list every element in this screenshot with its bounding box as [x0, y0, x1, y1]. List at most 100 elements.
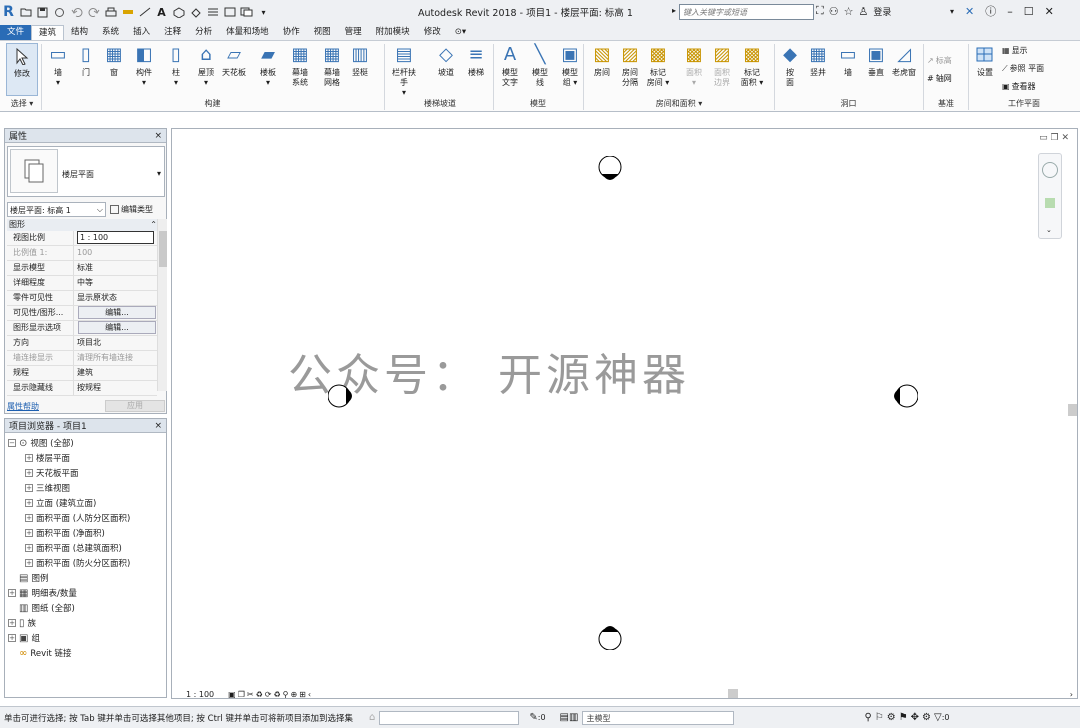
properties-close-button[interactable]: × [154, 131, 162, 141]
browser-item[interactable]: + 三维视图 [25, 482, 70, 494]
expand-icon[interactable]: + [25, 544, 33, 552]
elevation-marker-west[interactable] [328, 383, 354, 409]
expand-icon[interactable]: + [8, 619, 16, 627]
customize-qat-icon[interactable]: ▾ [256, 4, 271, 20]
tab-0[interactable]: 文件 [0, 25, 32, 40]
ribbon-button-24[interactable]: ▦ 竖井 [804, 43, 832, 78]
design-option-select[interactable]: 主模型 [582, 710, 735, 725]
browser-item[interactable]: + ▣ 组 [8, 632, 40, 644]
property-edit-button[interactable]: 编辑... [78, 321, 156, 334]
measure-icon[interactable] [120, 4, 135, 20]
ribbon-button-2[interactable]: ▦ 窗 [100, 43, 128, 78]
design-option-icon[interactable]: ▤ [560, 712, 569, 723]
view-scale[interactable]: 1 : 100 [186, 690, 214, 699]
redo-icon[interactable] [86, 4, 101, 20]
status-tool-icons[interactable]: ⚲⚐⚙⚑✥⚙ [864, 712, 934, 723]
view-scale-input[interactable]: 1 : 100 [77, 231, 154, 244]
undo-icon[interactable] [69, 4, 84, 20]
apply-button[interactable]: 应用 [105, 400, 165, 412]
minimize-button[interactable]: – [1007, 5, 1013, 18]
browser-item[interactable]: + 面积平面 (防火分区面积) [25, 557, 130, 569]
ribbon-button-3[interactable]: ◧ 构件 ▾ [130, 43, 158, 88]
group-room-label[interactable]: 房间和面积 ▾ [586, 98, 772, 109]
expand-icon[interactable]: + [25, 559, 33, 567]
filter-icon[interactable]: ▽ [934, 712, 942, 723]
steering-wheel-icon[interactable] [1042, 162, 1058, 178]
browser-close-button[interactable]: × [154, 421, 162, 431]
tab-8[interactable]: 协作 [276, 25, 307, 40]
canvas-vscroll-thumb[interactable] [1068, 404, 1077, 416]
ref-plane-button[interactable]: ⟋ 参照 平面 [1002, 63, 1044, 74]
type-selector[interactable]: 楼层平面 ▾ [7, 146, 165, 197]
browser-item[interactable]: + 面积平面 (人防分区面积) [25, 512, 130, 524]
properties-help-link[interactable]: 属性帮助 [7, 401, 39, 412]
maximize-button[interactable]: ☐ [1024, 5, 1034, 18]
exchange-icon[interactable]: ✕ [965, 5, 974, 18]
select-menu[interactable]: 选择 ▾ [6, 98, 38, 109]
collapse-icon[interactable]: − [8, 439, 16, 447]
view-control-icons[interactable]: ▣❐✂♻⟳♻⚲⊕⊞‹ [228, 690, 313, 699]
tab-3[interactable]: 系统 [95, 25, 126, 40]
dropdown-icon[interactable]: ▾ [950, 7, 954, 16]
properties-scrollbar[interactable] [157, 219, 167, 391]
tab-13[interactable]: ⊙▾ [448, 25, 473, 40]
elevation-marker-north[interactable] [597, 156, 623, 182]
view-window-controls[interactable]: ▭ ❐ ✕ [1039, 133, 1069, 143]
tab-6[interactable]: 分析 [188, 25, 219, 40]
ribbon-button-0[interactable]: ▭ 墙 ▾ [44, 43, 72, 88]
ribbon-button-18[interactable]: ▨ 房间 分隔 [616, 43, 644, 88]
collapse-icon[interactable]: ⌃ [150, 219, 157, 231]
user-icon[interactable]: ♙ [858, 5, 868, 18]
browser-item[interactable]: ▤ 图例 [8, 572, 48, 585]
ribbon-button-13[interactable]: ≡ 楼梯 [462, 43, 490, 78]
ribbon-button-11[interactable]: ▤ 栏杆扶手 ▾ [390, 43, 418, 98]
ribbon-button-6[interactable]: ▱ 天花板 [220, 43, 248, 78]
zoom-icon[interactable] [1045, 198, 1055, 208]
modify-button[interactable]: 修改 [6, 43, 38, 96]
canvas-hscroll-thumb[interactable] [728, 689, 738, 698]
tab-10[interactable]: 管理 [338, 25, 369, 40]
grid-button[interactable]: # 轴网 [927, 73, 952, 84]
ribbon-button-4[interactable]: ▯ 柱 ▾ [162, 43, 190, 88]
ribbon-button-20[interactable]: ▩ 面积 ▾ [680, 43, 708, 88]
expand-icon[interactable]: + [25, 514, 33, 522]
switch-windows-icon[interactable] [239, 4, 254, 20]
close-hidden-icon[interactable] [222, 4, 237, 20]
nav-options-icon[interactable]: ⌄ [1046, 226, 1052, 234]
print-icon[interactable] [103, 4, 118, 20]
browser-item[interactable]: ▥ 图纸 (全部) [8, 602, 75, 615]
ribbon-button-9[interactable]: ▦ 幕墙 网格 [318, 43, 346, 88]
browser-item[interactable]: + 楼层平面 [25, 452, 70, 464]
dimension-icon[interactable] [137, 4, 152, 20]
ribbon-button-8[interactable]: ▦ 幕墙 系统 [286, 43, 314, 88]
type-dropdown-icon[interactable]: ▾ [157, 169, 161, 178]
viewer-button[interactable]: ▣ 查看器 [1002, 81, 1036, 92]
expand-icon[interactable]: + [8, 634, 16, 642]
ribbon-button-25[interactable]: ▭ 墙 [834, 43, 862, 78]
ribbon-button-19[interactable]: ▩ 标记 房间 ▾ [644, 43, 672, 88]
3d-view-icon[interactable] [171, 4, 186, 20]
ribbon-button-16[interactable]: ▣ 模型组 ▾ [556, 43, 584, 88]
elevation-marker-east[interactable] [892, 383, 918, 409]
ribbon-button-22[interactable]: ▩ 标记 面积 ▾ [738, 43, 766, 88]
ribbon-button-21[interactable]: ▨ 面积 边界 [708, 43, 736, 88]
tab-4[interactable]: 插入 [126, 25, 157, 40]
expand-icon[interactable]: + [8, 589, 16, 597]
section-icon[interactable] [188, 4, 203, 20]
browser-item[interactable]: + ▦ 明细表/数量 [8, 587, 77, 599]
ribbon-button-26[interactable]: ▣ 垂直 [862, 43, 890, 78]
browser-item[interactable]: + 面积平面 (净面积) [25, 527, 105, 539]
ribbon-button-23[interactable]: ◆ 按面 [776, 43, 804, 88]
search-input[interactable]: 键入关键字或短语 [679, 4, 814, 20]
tab-5[interactable]: 注释 [157, 25, 188, 40]
property-category[interactable]: 图形 ⌃ [7, 219, 157, 231]
tab-7[interactable]: 体量和场地 [219, 25, 276, 40]
ribbon-button-7[interactable]: ▰ 楼板 ▾ [254, 43, 282, 88]
tab-12[interactable]: 修改 [417, 25, 448, 40]
ribbon-button-17[interactable]: ▧ 房间 [588, 43, 616, 78]
sync-icon[interactable] [52, 4, 67, 20]
save-icon[interactable] [35, 4, 50, 20]
ribbon-button-5[interactable]: ⌂ 屋顶 ▾ [192, 43, 220, 88]
workset-icon[interactable]: ⌂ [369, 712, 375, 723]
scroll-right-icon[interactable]: › [1070, 690, 1073, 699]
